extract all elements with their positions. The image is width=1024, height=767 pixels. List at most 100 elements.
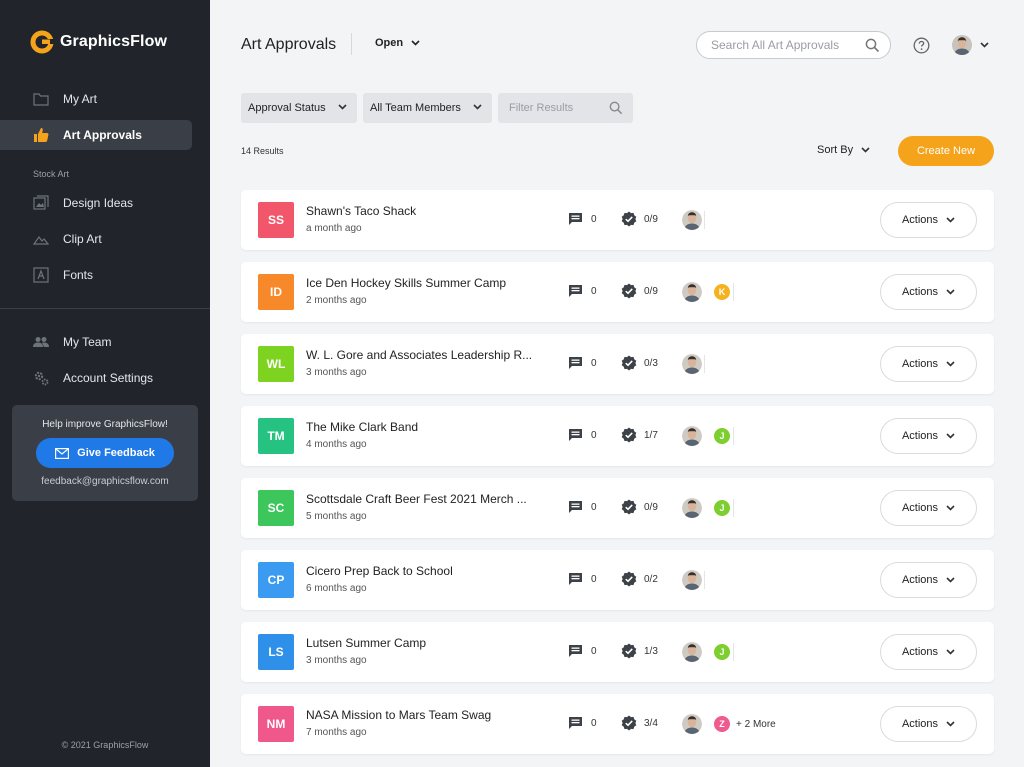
sidebar-item-clip-art[interactable]: Clip Art [0, 224, 192, 254]
actions-label: Actions [901, 646, 939, 658]
project-name[interactable]: The Mike Clark Band [306, 420, 546, 434]
approval-row[interactable]: CP Cicero Prep Back to School 6 months a… [241, 550, 994, 610]
sidebar-item-art-approvals[interactable]: Art Approvals [0, 120, 192, 150]
project-name[interactable]: W. L. Gore and Associates Leadership R..… [306, 348, 546, 362]
thumbs-up-icon [33, 127, 49, 143]
comments-count[interactable]: 0 [568, 212, 597, 226]
comments-count[interactable]: 0 [568, 644, 597, 658]
approvals-progress: 0/9 [621, 211, 658, 227]
project-name[interactable]: NASA Mission to Mars Team Swag [306, 708, 546, 722]
results-count: 14 Results [241, 146, 284, 156]
actions-button[interactable]: Actions [880, 634, 977, 670]
comment-icon [569, 501, 582, 513]
member-photo-avatar[interactable] [682, 570, 702, 590]
user-menu[interactable] [952, 35, 989, 55]
team-members: J [682, 497, 734, 519]
approvals-progress: 0/9 [621, 499, 658, 515]
chevron-down-icon [946, 289, 955, 295]
comment-icon [569, 645, 582, 657]
project-timestamp: 5 months ago [306, 511, 367, 522]
member-photo-avatar[interactable] [682, 498, 702, 518]
sidebar-item-account-settings[interactable]: Account Settings [0, 363, 192, 393]
member-photo-avatar[interactable] [682, 714, 702, 734]
approval-row[interactable]: ID Ice Den Hockey Skills Summer Camp 2 m… [241, 262, 994, 322]
sidebar-item-my-art[interactable]: My Art [0, 84, 192, 114]
approval-status-dropdown[interactable]: Approval Status [241, 93, 357, 123]
comments-count-value: 0 [591, 645, 597, 657]
search-input[interactable] [711, 38, 861, 52]
search-icon[interactable] [865, 38, 880, 53]
approvals-progress: 0/2 [621, 571, 658, 587]
approvals-progress-value: 3/4 [644, 717, 658, 729]
comments-count[interactable]: 0 [568, 356, 597, 370]
sidebar-item-label: Clip Art [63, 232, 102, 246]
brand-logo[interactable]: GraphicsFlow [30, 30, 167, 54]
comments-count[interactable]: 0 [568, 716, 597, 730]
sidebar-item-fonts[interactable]: Fonts [0, 260, 192, 290]
comment-icon [569, 213, 582, 225]
actions-button[interactable]: Actions [880, 346, 977, 382]
member-initial-avatar[interactable]: J [713, 427, 731, 445]
comments-count[interactable]: 0 [568, 284, 597, 298]
search-box [696, 31, 891, 59]
feedback-email[interactable]: feedback@graphicsflow.com [12, 476, 198, 487]
member-photo-avatar[interactable] [682, 210, 702, 230]
team-members-label: All Team Members [370, 102, 461, 114]
sort-by-dropdown[interactable]: Sort By [817, 144, 870, 156]
actions-button[interactable]: Actions [880, 562, 977, 598]
help-icon[interactable] [913, 37, 930, 54]
project-initials-badge: WL [258, 346, 294, 382]
approvals-progress: 0/9 [621, 283, 658, 299]
team-members-dropdown[interactable]: All Team Members [363, 93, 492, 123]
approval-row[interactable]: NM NASA Mission to Mars Team Swag 7 mont… [241, 694, 994, 754]
create-new-button[interactable]: Create New [898, 136, 994, 166]
members-divider [733, 283, 734, 301]
actions-label: Actions [901, 502, 939, 514]
project-name[interactable]: Cicero Prep Back to School [306, 564, 546, 578]
approval-row[interactable]: WL W. L. Gore and Associates Leadership … [241, 334, 994, 394]
comments-count[interactable]: 0 [568, 500, 597, 514]
sidebar-item-my-team[interactable]: My Team [0, 327, 192, 357]
approval-row[interactable]: TM The Mike Clark Band 4 months ago 0 1/… [241, 406, 994, 466]
actions-button[interactable]: Actions [880, 418, 977, 454]
give-feedback-button[interactable]: Give Feedback [36, 438, 174, 468]
actions-button[interactable]: Actions [880, 202, 977, 238]
project-name[interactable]: Scottsdale Craft Beer Fest 2021 Merch ..… [306, 492, 546, 506]
sidebar-item-label: Fonts [63, 268, 94, 282]
actions-label: Actions [901, 574, 939, 586]
brand-name: GraphicsFlow [60, 33, 167, 50]
member-photo-avatar[interactable] [682, 642, 702, 662]
comments-count[interactable]: 0 [568, 572, 597, 586]
project-timestamp: 6 months ago [306, 583, 367, 594]
more-members-link[interactable]: + 2 More [736, 719, 776, 730]
project-name[interactable]: Shawn's Taco Shack [306, 204, 546, 218]
actions-button[interactable]: Actions [880, 274, 977, 310]
approval-row[interactable]: LS Lutsen Summer Camp 3 months ago 0 1/3… [241, 622, 994, 682]
member-initial-avatar[interactable]: Z [713, 715, 731, 733]
member-photo-avatar[interactable] [682, 354, 702, 374]
approval-row[interactable]: SC Scottsdale Craft Beer Fest 2021 Merch… [241, 478, 994, 538]
member-initial-avatar[interactable]: J [713, 499, 731, 517]
member-photo-avatar[interactable] [682, 426, 702, 446]
verified-badge-icon [621, 211, 637, 227]
member-initial-avatar[interactable]: K [713, 283, 731, 301]
member-photo-avatar[interactable] [682, 282, 702, 302]
team-icon [33, 334, 49, 350]
comments-count[interactable]: 0 [568, 428, 597, 442]
sidebar-divider [0, 308, 210, 309]
project-name[interactable]: Ice Den Hockey Skills Summer Camp [306, 276, 546, 290]
project-name[interactable]: Lutsen Summer Camp [306, 636, 546, 650]
filter-results-input[interactable] [509, 102, 604, 114]
actions-button[interactable]: Actions [880, 490, 977, 526]
approvals-progress-value: 0/9 [644, 285, 658, 297]
status-dropdown[interactable]: Open [375, 37, 420, 49]
actions-button[interactable]: Actions [880, 706, 977, 742]
team-members: K [682, 281, 734, 303]
approval-row[interactable]: SS Shawn's Taco Shack a month ago 0 0/9 … [241, 190, 994, 250]
project-timestamp: a month ago [306, 223, 362, 234]
stock-art-heading: Stock Art [33, 169, 70, 179]
comment-icon [569, 429, 582, 441]
member-initial-avatar[interactable]: J [713, 643, 731, 661]
sidebar-item-design-ideas[interactable]: Design Ideas [0, 188, 192, 218]
verified-badge-icon [621, 715, 637, 731]
